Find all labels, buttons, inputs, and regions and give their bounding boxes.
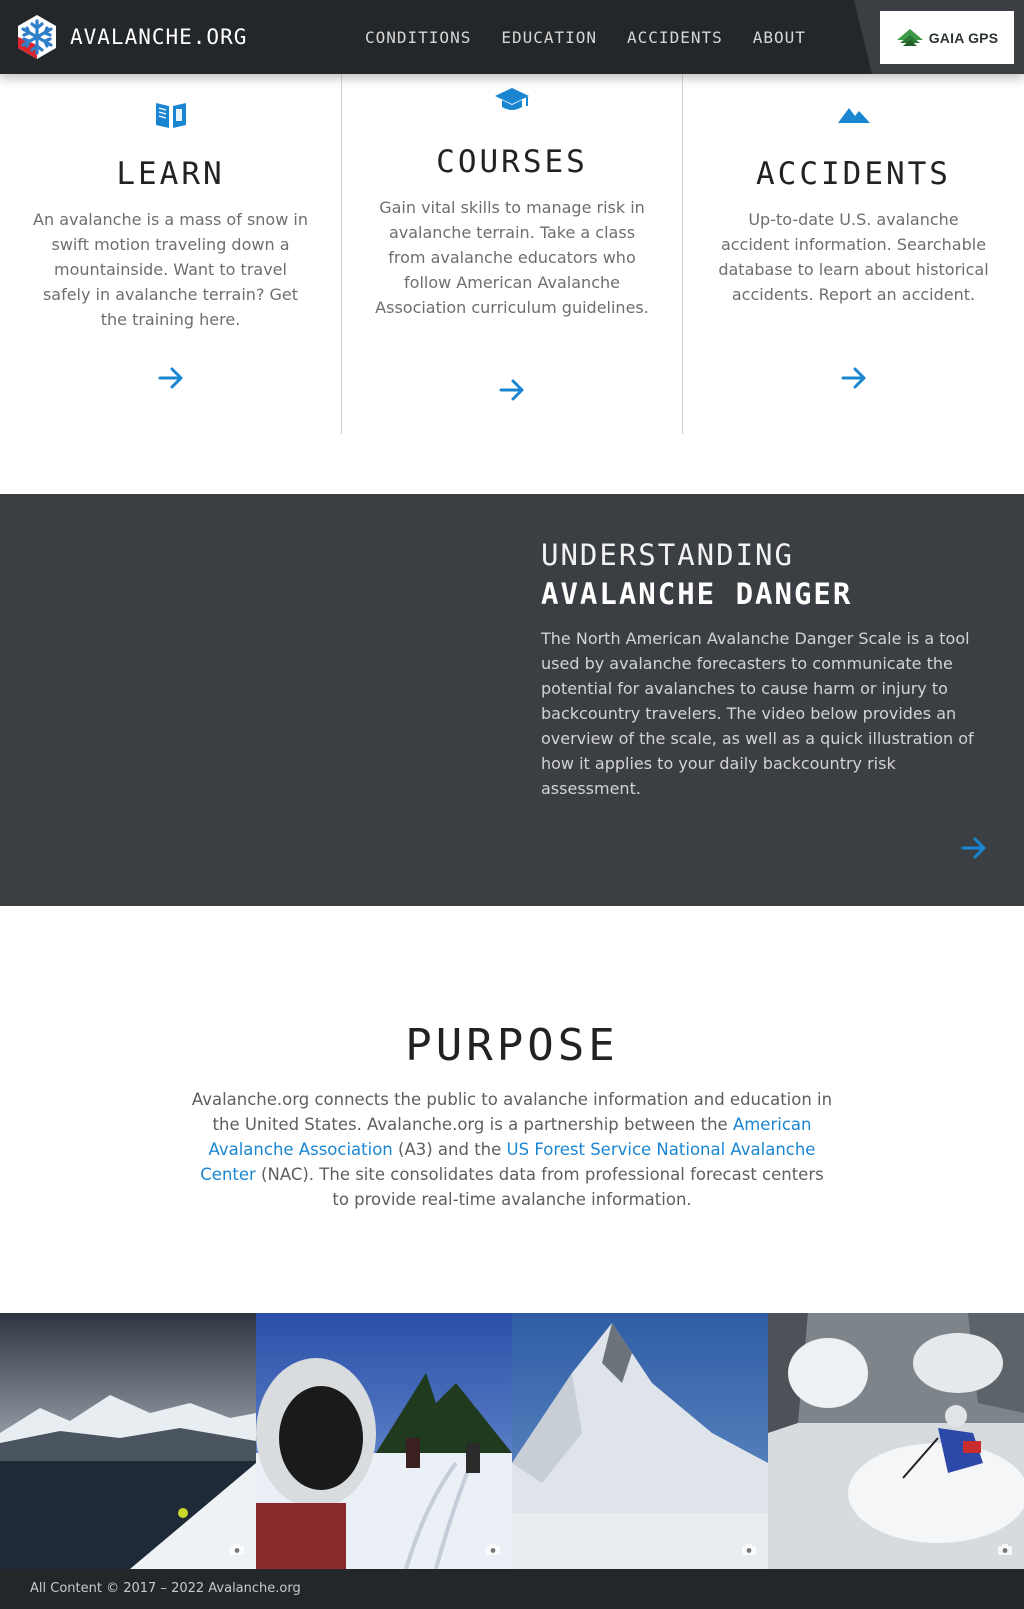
brand-link[interactable]: AVALANCHE.ORG — [16, 15, 247, 59]
nav-accidents[interactable]: ACCIDENTS — [627, 28, 723, 47]
photo-gallery — [0, 1313, 1024, 1569]
camera-icon — [742, 1544, 756, 1555]
danger-scale-section: UNDERSTANDING AVALANCHE DANGER The North… — [0, 494, 1024, 906]
sponsor-name: GAIA GPS — [928, 29, 999, 46]
arrow-right-icon[interactable] — [498, 376, 526, 404]
arrow-right-icon[interactable] — [960, 834, 988, 862]
danger-title-line1: UNDERSTANDING — [541, 538, 794, 572]
card-text: Up-to-date U.S. avalanche accident infor… — [718, 210, 989, 304]
sponsor-logo-link[interactable]: GAIA GPS — [880, 11, 1014, 64]
arrow-right-icon[interactable] — [157, 364, 185, 392]
purpose-text-part: (NAC). The site consolidates data from p… — [255, 1165, 824, 1209]
gaia-gps-logo-icon — [896, 28, 923, 46]
camera-icon — [230, 1544, 244, 1555]
nav-conditions[interactable]: CONDITIONS — [365, 28, 471, 47]
purpose-title: PURPOSE — [405, 1020, 619, 1071]
danger-text: The North American Avalanche Danger Scal… — [541, 629, 974, 798]
card-title: COURSES — [436, 144, 588, 180]
camera-icon — [486, 1544, 500, 1555]
mountain-icon — [837, 108, 870, 123]
card-learn: LEARN An avalanche is a mass of snow in … — [0, 74, 341, 434]
camera-icon — [998, 1544, 1012, 1555]
card-title: LEARN — [116, 156, 225, 192]
snowflake-logo-icon — [18, 15, 56, 59]
card-title: ACCIDENTS — [756, 156, 951, 192]
card-text: Gain vital skills to manage risk in aval… — [375, 198, 649, 317]
open-book-icon — [155, 103, 186, 128]
main-nav: CONDITIONS EDUCATION ACCIDENTS ABOUT — [350, 0, 821, 74]
nav-education[interactable]: EDUCATION — [501, 28, 597, 47]
purpose-text-part: (A3) and the — [392, 1140, 507, 1159]
purpose-text: Avalanche.org connects the public to ava… — [190, 1087, 834, 1212]
danger-title-line2: AVALANCHE DANGER — [541, 577, 853, 611]
snowmobile-helmet-photo[interactable] — [256, 1313, 512, 1569]
graduation-cap-icon — [495, 88, 529, 110]
brand-name[interactable]: AVALANCHE.ORG — [70, 25, 247, 49]
site-header: AVALANCHE.ORG CONDITIONS EDUCATION ACCID… — [0, 0, 1024, 74]
card-courses: COURSES Gain vital skills to manage risk… — [341, 74, 683, 434]
skier-powder-photo[interactable] — [768, 1313, 1024, 1569]
feature-cards: LEARN An avalanche is a mass of snow in … — [0, 74, 1024, 434]
lake-mountain-image — [0, 1313, 256, 1569]
skier-powder-image — [768, 1313, 1024, 1569]
site-footer: All Content © 2017 – 2022 Avalanche.org — [0, 1569, 1024, 1609]
nav-about[interactable]: ABOUT — [753, 28, 806, 47]
copyright-text: All Content © 2017 – 2022 Avalanche.org — [30, 1581, 301, 1596]
snowy-peak-image — [512, 1313, 768, 1569]
snowy-peak-photo[interactable] — [512, 1313, 768, 1569]
arrow-right-icon[interactable] — [840, 364, 868, 392]
snowmobile-helmet-image — [256, 1313, 512, 1569]
card-text: An avalanche is a mass of snow in swift … — [33, 210, 308, 329]
card-accidents: ACCIDENTS Up-to-date U.S. avalanche acci… — [683, 74, 1024, 434]
lake-mountain-photo[interactable] — [0, 1313, 256, 1569]
